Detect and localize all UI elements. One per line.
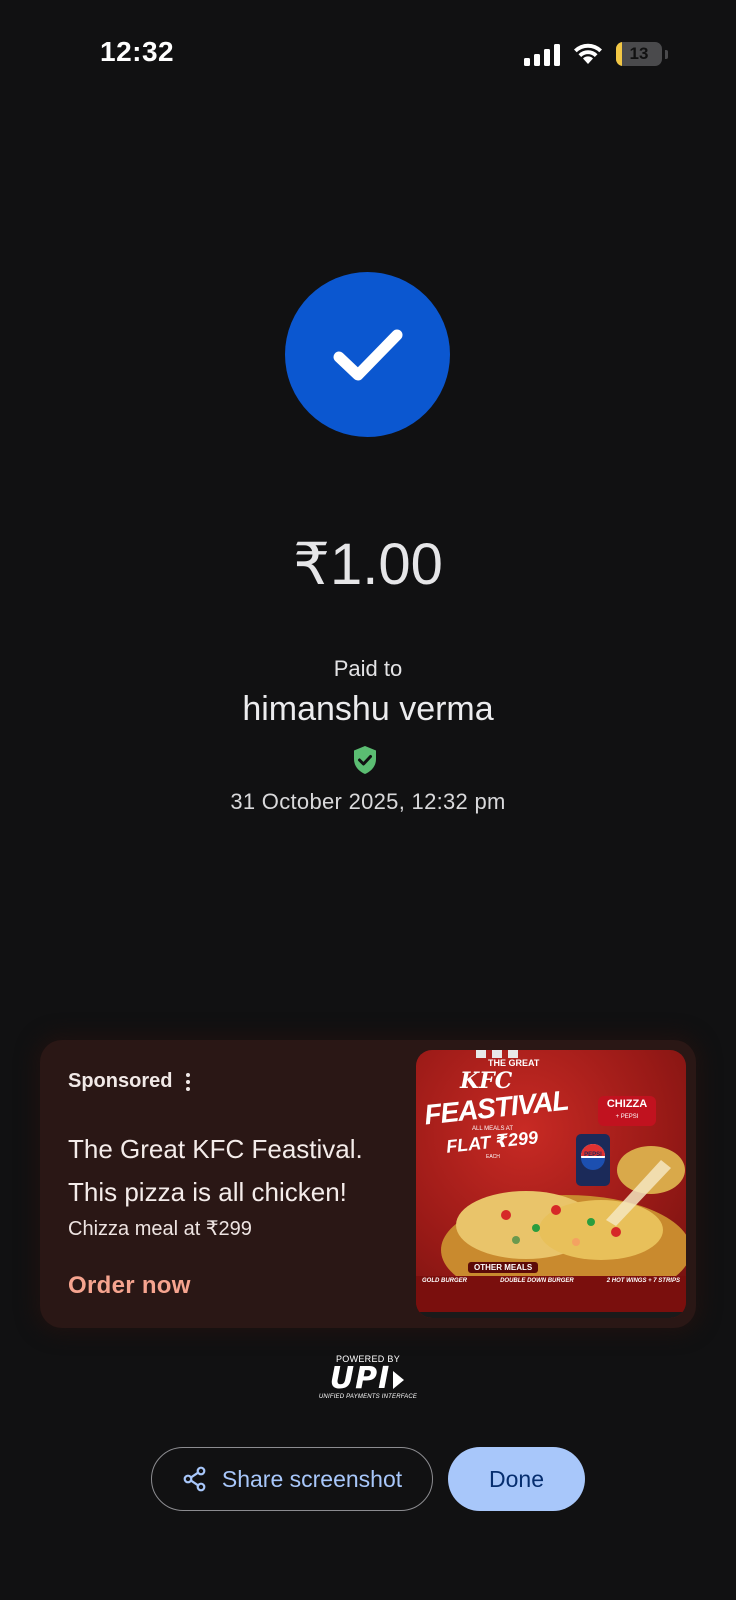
success-check-circle <box>285 272 450 437</box>
ad-image-other-meals: OTHER MEALS <box>468 1262 539 1273</box>
sponsored-ad-card[interactable]: Sponsored The Great KFC Feastival. This … <box>40 1040 696 1328</box>
ad-meal-item: DOUBLE DOWN BURGER <box>500 1278 574 1284</box>
pepsi-label: PEPSI <box>584 1152 602 1158</box>
ad-image-top-text: THE GREAT <box>488 1058 540 1068</box>
upi-logo-text: UPI <box>329 1361 391 1396</box>
ad-image-meals: GOLD BURGER DOUBLE DOWN BURGER 2 HOT WIN… <box>422 1278 680 1284</box>
ad-subtext: Chizza meal at ₹299 <box>68 1218 252 1240</box>
battery-icon: 13 <box>616 42 662 66</box>
share-icon <box>183 1466 206 1492</box>
share-screenshot-button[interactable]: Share screenshot <box>151 1447 433 1511</box>
paid-to-label: Paid to <box>333 656 403 681</box>
verified-shield-icon <box>354 746 376 774</box>
ad-image-offer-each: EACH <box>486 1154 500 1160</box>
upi-arrow-icon <box>393 1371 405 1389</box>
check-circle-icon <box>333 329 402 380</box>
status-icons: 13 <box>524 40 668 68</box>
ad-image[interactable]: THE GREAT KFC FEASTIVAL ALL MEALS AT FLA… <box>416 1050 686 1318</box>
ad-image-badge: CHIZZA + PEPSI <box>598 1096 656 1126</box>
ad-image-badge-sub: + PEPSI <box>615 1114 639 1120</box>
status-time: 12:32 <box>100 36 175 67</box>
wifi-icon <box>574 43 602 64</box>
more-options-icon[interactable] <box>186 1072 191 1091</box>
ad-meal-item: 2 HOT WINGS + 7 STRIPS <box>606 1278 680 1284</box>
payee-name: himanshu verma <box>242 690 494 728</box>
ad-image-badge-title: CHIZZA <box>606 1098 648 1110</box>
battery-level: 13 <box>629 44 649 63</box>
upi-logo: UPI <box>310 1364 426 1394</box>
order-now-link[interactable]: Order now <box>68 1272 191 1300</box>
sponsored-label: Sponsored <box>68 1070 173 1092</box>
ad-headline: The Great KFC Feastival. This pizza is a… <box>68 1134 363 1207</box>
ad-header: Sponsored <box>68 1070 191 1093</box>
battery-cap <box>665 49 668 59</box>
done-button[interactable]: Done <box>448 1447 585 1511</box>
ad-meal-item: GOLD BURGER <box>422 1278 467 1284</box>
payment-amount: ₹1.00 <box>293 532 443 597</box>
share-screenshot-label: Share screenshot <box>221 1465 403 1492</box>
upi-full-name: UNIFIED PAYMENTS INTERFACE <box>318 1394 418 1400</box>
signal-icon <box>524 42 560 66</box>
payment-datetime: 31 October 2025, 12:32 pm <box>230 789 506 814</box>
upi-branding: POWERED BY UPI UNIFIED PAYMENTS INTERFAC… <box>310 1354 426 1400</box>
done-label: Done <box>489 1465 544 1492</box>
